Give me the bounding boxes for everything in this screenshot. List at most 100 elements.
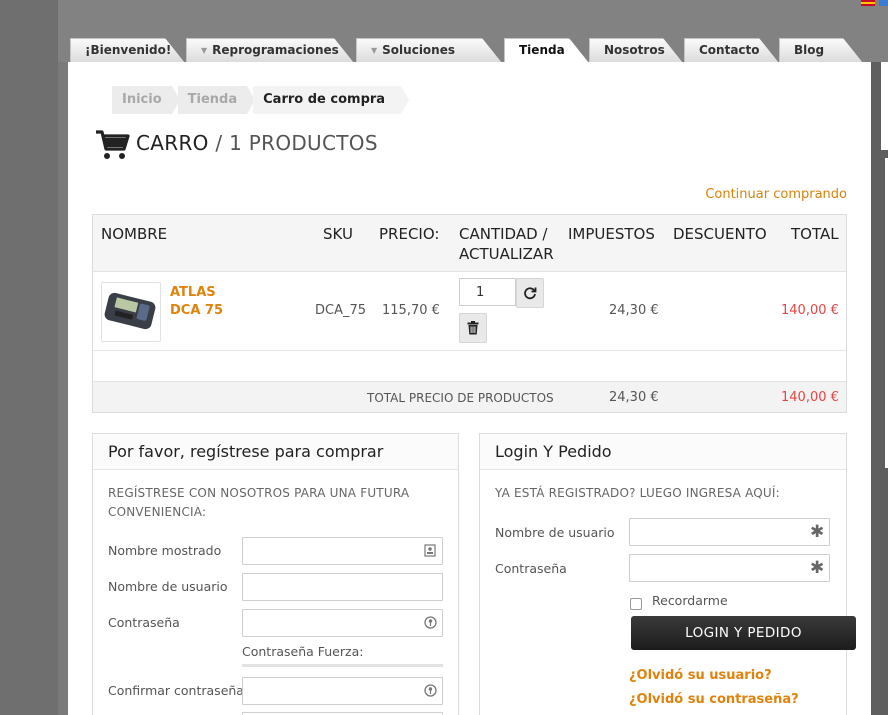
confirm-password-input[interactable] (242, 677, 443, 705)
required-asterisk-icon: ✱ (810, 522, 825, 542)
register-intro-line2: CONVENIENCIA: (108, 505, 207, 519)
remember-me-label: Recordarme (652, 593, 728, 608)
breadcrumb-current: Carro de compra (253, 86, 409, 114)
product-sku: DCA_75 (315, 303, 367, 318)
register-title: Por favor, regístrese para comprar (93, 434, 458, 470)
login-and-order-button[interactable]: LOGIN Y PEDIDO (631, 616, 856, 650)
tab-corner (165, 38, 185, 63)
product-total: 140,00 € (781, 303, 839, 318)
col-header-sku: SKU (323, 225, 353, 243)
register-username-input[interactable] (242, 573, 443, 601)
breadcrumb-inicio[interactable]: Inicio (112, 86, 180, 114)
tab-soluciones[interactable]: ▼ Soluciones (356, 38, 502, 63)
register-intro-line1: REGÍSTRESE CON NOSOTROS PARA UNA FUTURA (108, 486, 410, 500)
breadcrumb-tienda[interactable]: Tienda (177, 86, 256, 114)
tab-bienvenido[interactable]: ¡Bienvenido! (70, 38, 185, 63)
product-name-line2: DCA 75 (170, 303, 224, 318)
continue-shopping-link[interactable]: Continuar comprando (705, 187, 847, 202)
title-separator: / (215, 131, 223, 155)
tab-label: Blog (794, 43, 825, 57)
trash-icon (467, 321, 479, 335)
product-price: 115,70 € (382, 303, 440, 318)
login-password-input[interactable]: ✱ (629, 554, 830, 582)
tab-nosotros[interactable]: Nosotros (589, 38, 683, 63)
tab-label: Nosotros (604, 43, 665, 57)
tab-label: Reprogramaciones (212, 43, 339, 57)
display-name-label: Nombre mostrado (108, 543, 222, 558)
totals-label: TOTAL PRECIO DE PRODUCTOS (367, 391, 554, 405)
side-strip-highlight (881, 62, 888, 150)
remember-me-checkbox[interactable] (630, 598, 642, 610)
product-tax: 24,30 € (609, 303, 659, 318)
required-asterisk-icon: ✱ (810, 558, 825, 578)
totals-row: TOTAL PRECIO DE PRODUCTOS 24,30 € 140,00… (93, 381, 846, 412)
register-username-label: Nombre de usuario (108, 579, 228, 594)
tab-corner (569, 38, 589, 63)
key-icon (423, 616, 437, 630)
tab-corner (334, 38, 354, 63)
password-strength-meter (242, 664, 443, 667)
login-intro: YA ESTÁ REGISTRADO? LUEGO INGRESA AQUÍ: (495, 486, 780, 500)
col-header-total: TOTAL (791, 225, 839, 243)
tab-corner (843, 38, 863, 63)
tab-blog[interactable]: Blog (779, 38, 863, 63)
tab-label: Tienda (519, 43, 565, 57)
forgot-username-link[interactable]: ¿Olvidó su usuario? (629, 668, 772, 683)
product-thumbnail[interactable] (101, 282, 161, 342)
cart-table: NOMBRE SKU PRECIO: CANTIDAD / ACTUALIZAR… (92, 214, 847, 413)
contact-card-icon (423, 544, 437, 558)
page-title: CARRO / 1 PRODUCTOS (136, 131, 378, 155)
register-intro: REGÍSTRESE CON NOSOTROS PARA UNA FUTURA … (108, 484, 409, 522)
remove-item-button[interactable] (459, 313, 487, 343)
totals-total: 140,00 € (781, 390, 839, 405)
product-name-line1: ATLAS (170, 285, 216, 300)
tab-label: ¡Bienvenido! (85, 43, 172, 57)
product-name-link[interactable]: ATLAS DCA 75 (170, 284, 240, 320)
language-flag-icon[interactable] (879, 0, 888, 6)
col-header-quantity-line1: CANTIDAD / (459, 225, 548, 243)
update-quantity-button[interactable] (516, 278, 544, 308)
tab-reprogramaciones[interactable]: ▼ Reprogramaciones (186, 38, 354, 63)
col-header-tax: IMPUESTOS (568, 225, 655, 243)
tab-label: Contacto (699, 43, 760, 57)
forgot-password-link[interactable]: ¿Olvidó su contraseña? (629, 692, 799, 707)
password-strength-label: Contraseña Fuerza: (242, 644, 364, 659)
quantity-input[interactable] (459, 278, 516, 306)
contact-card-svg (424, 544, 436, 557)
page-background-left (0, 0, 58, 715)
title-text: CARRO (136, 131, 209, 155)
col-header-price: PRECIO: (379, 225, 440, 243)
totals-tax: 24,30 € (609, 390, 659, 405)
tab-tienda[interactable]: Tienda (504, 38, 589, 63)
col-header-discount: DESCUENTO (673, 225, 767, 243)
display-name-input[interactable] (242, 537, 443, 565)
col-header-name: NOMBRE (101, 225, 168, 243)
row-divider (93, 350, 846, 351)
login-username-input[interactable]: ✱ (629, 518, 830, 546)
login-password-label: Contraseña (495, 561, 567, 576)
dropdown-triangle-icon: ▼ (371, 46, 378, 55)
spanish-flag-icon[interactable] (861, 0, 875, 6)
refresh-icon (524, 287, 537, 300)
confirm-password-label: Confirmar contraseña (108, 683, 244, 698)
tab-corner (663, 38, 683, 63)
tab-corner (482, 38, 502, 63)
side-strip (871, 62, 888, 715)
col-header-quantity: CANTIDAD / ACTUALIZAR (459, 224, 554, 264)
login-title: Login Y Pedido (480, 434, 846, 470)
register-password-label: Contraseña (108, 615, 180, 630)
breadcrumb: Inicio Tienda Carro de compra (112, 86, 409, 114)
login-username-label: Nombre de usuario (495, 525, 615, 540)
key-icon (423, 684, 437, 698)
key-svg (423, 616, 437, 629)
shopping-cart-icon (96, 130, 130, 159)
dropdown-triangle-icon: ▼ (201, 46, 208, 55)
tab-corner (759, 38, 779, 63)
tab-contacto[interactable]: Contacto (684, 38, 779, 63)
col-header-quantity-line2: ACTUALIZAR (459, 245, 554, 263)
product-count: 1 PRODUCTOS (229, 131, 378, 155)
key-svg (423, 684, 437, 697)
table-header: NOMBRE SKU PRECIO: CANTIDAD / ACTUALIZAR… (93, 215, 846, 272)
register-password-input[interactable] (242, 609, 443, 637)
tab-label: Soluciones (382, 43, 455, 57)
